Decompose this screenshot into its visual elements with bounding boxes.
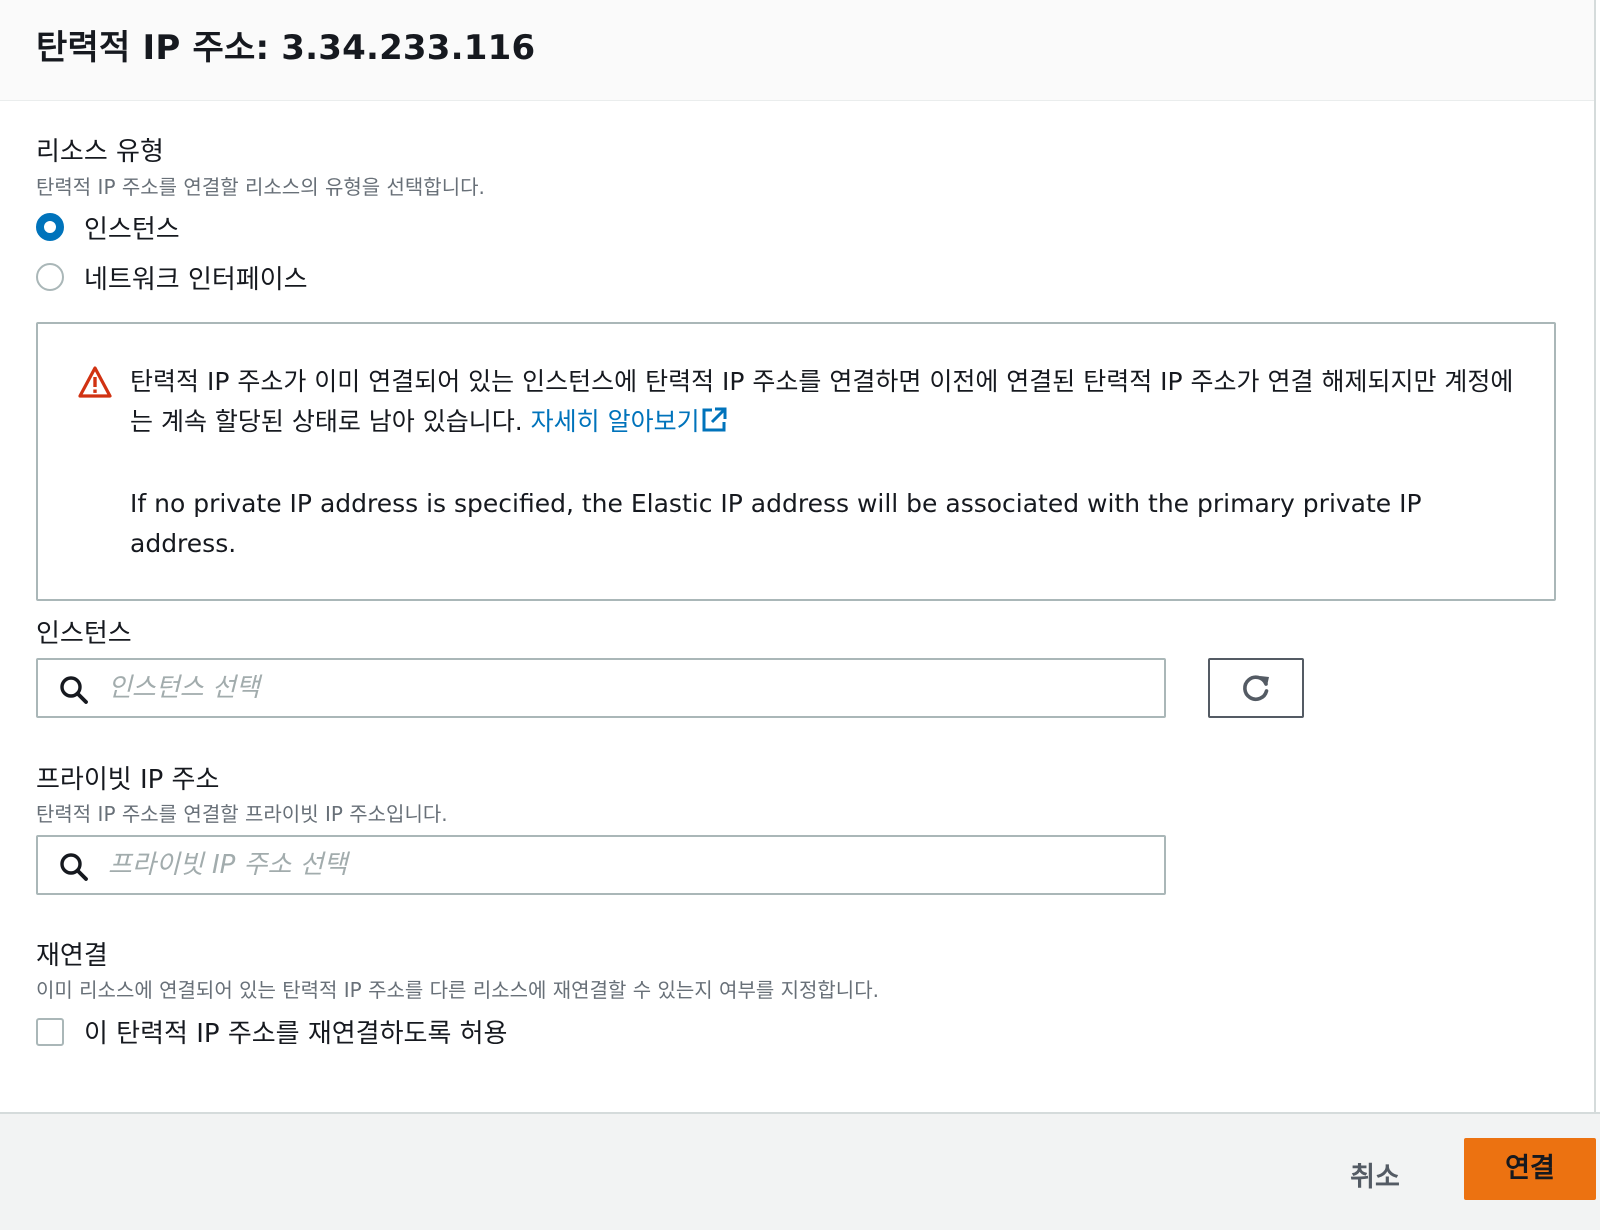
radio-network-interface-label[interactable]: 네트워크 인터페이스 (84, 259, 308, 296)
private-ip-description: 탄력적 IP 주소를 연결할 프라이빗 IP 주소입니다. (36, 802, 448, 826)
modal-body: 리소스 유형 탄력적 IP 주소를 연결할 리소스의 유형을 선택합니다. 인스… (0, 101, 1596, 1112)
reassociation-checkbox[interactable] (36, 1017, 64, 1046)
modal-footer: 취소 연결 (0, 1112, 1600, 1230)
resource-type-description: 탄력적 IP 주소를 연결할 리소스의 유형을 선택합니다. (36, 175, 485, 199)
cancel-button[interactable]: 취소 (1330, 1150, 1420, 1206)
private-ip-select[interactable] (36, 835, 1166, 895)
radio-button-checked[interactable] (36, 213, 64, 241)
warning-icon (78, 366, 112, 398)
reassociation-description: 이미 리소스에 연결되어 있는 탄력적 IP 주소를 다른 리소스에 재연결할 … (36, 978, 879, 1002)
instance-select[interactable] (36, 658, 1166, 718)
radio-instance-label[interactable]: 인스턴스 (84, 209, 180, 246)
warning-alert: 탄력적 IP 주소가 이미 연결되어 있는 인스턴스에 탄력적 IP 주소를 연… (36, 322, 1556, 601)
radio-network-interface[interactable]: 네트워크 인터페이스 (36, 259, 308, 296)
resource-type-label: 리소스 유형 (36, 137, 164, 167)
external-link-icon[interactable] (700, 406, 728, 434)
reassociation-checkbox-label[interactable]: 이 탄력적 IP 주소를 재연결하도록 허용 (84, 1013, 507, 1050)
learn-more-link[interactable]: 자세히 알아보기 (531, 407, 728, 436)
alert-message-text: 탄력적 IP 주소가 이미 연결되어 있는 인스턴스에 탄력적 IP 주소를 연… (130, 367, 1514, 436)
modal-header: 탄력적 IP 주소: 3.34.233.116 (0, 0, 1596, 101)
learn-more-label[interactable]: 자세히 알아보기 (531, 407, 700, 436)
instance-search-input[interactable] (108, 660, 1148, 716)
reassociation-label: 재연결 (36, 941, 108, 971)
alert-message: 탄력적 IP 주소가 이미 연결되어 있는 인스턴스에 탄력적 IP 주소를 연… (130, 362, 1530, 442)
refresh-button[interactable] (1208, 658, 1304, 718)
private-ip-search-input[interactable] (108, 837, 1148, 893)
page-title: 탄력적 IP 주소: 3.34.233.116 (36, 28, 536, 68)
associate-button[interactable]: 연결 (1464, 1138, 1596, 1200)
search-icon (60, 676, 88, 704)
private-ip-label: 프라이빗 IP 주소 (36, 765, 220, 795)
alert-message-private-ip: If no private IP address is specified, t… (130, 489, 1422, 558)
associate-eip-modal: 탄력적 IP 주소: 3.34.233.116 리소스 유형 탄력적 IP 주소… (0, 0, 1600, 1230)
instance-label: 인스턴스 (36, 619, 132, 649)
reassociation-checkbox-row[interactable]: 이 탄력적 IP 주소를 재연결하도록 허용 (36, 1013, 507, 1050)
radio-instance[interactable]: 인스턴스 (36, 209, 180, 246)
radio-button[interactable] (36, 263, 64, 291)
refresh-icon[interactable] (1238, 670, 1274, 706)
search-icon (60, 853, 88, 881)
